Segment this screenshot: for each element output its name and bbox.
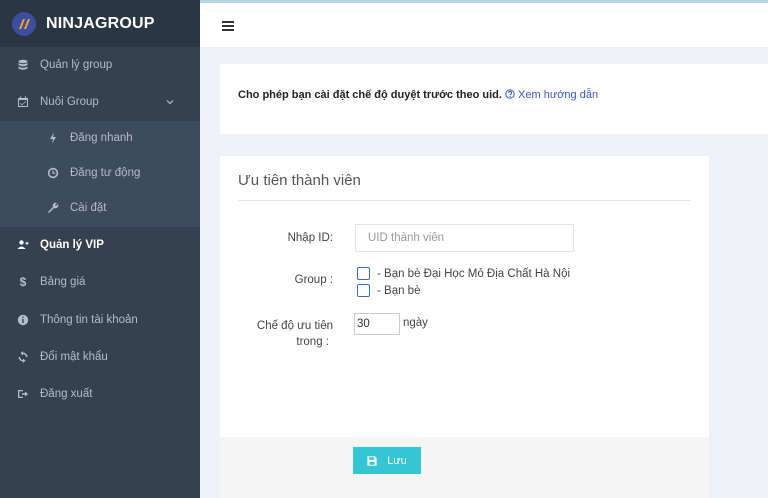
uid-input[interactable]: [355, 224, 574, 252]
sidebar-item-quan-ly-vip[interactable]: Quản lý VIP: [0, 231, 200, 259]
info-text: Cho phép bạn cài đặt chế độ duyệt trước …: [238, 89, 598, 101]
sidebar-item-label: Nuôi Group: [40, 96, 99, 108]
sidebar-item-bang-gia[interactable]: $ Bảng giá: [0, 268, 200, 296]
group-option-1[interactable]: - Bạn bè Đại Học Mỏ Địa Chất Hà Nội: [357, 267, 570, 280]
sidebar-item-label: Bảng giá: [40, 276, 86, 288]
info-panel: Cho phép bạn cài đặt chế độ duyệt trước …: [220, 64, 768, 134]
priority-label: Chế độ ưu tiên trong :: [240, 320, 333, 348]
info-icon: [16, 313, 30, 327]
days-unit: ngày: [403, 317, 428, 329]
sidebar-item-label: Thông tin tài khoản: [40, 314, 138, 326]
sidebar-item-label: Đổi mật khẩu: [40, 351, 108, 363]
chevron-down-icon: [166, 100, 174, 105]
bolt-icon: [46, 131, 60, 145]
save-button[interactable]: Lưu: [353, 447, 421, 474]
ninja-logo-icon: [12, 11, 36, 36]
wrench-icon: [46, 201, 60, 215]
dollar-icon: $: [19, 275, 27, 289]
guide-link[interactable]: Xem hướng dẫn: [505, 89, 598, 101]
save-button-label: Lưu: [387, 454, 407, 467]
priority-days-input[interactable]: [354, 313, 400, 335]
info-description: Cho phép bạn cài đặt chế độ duyệt trước …: [238, 89, 502, 101]
refresh-icon: [16, 350, 30, 364]
sidebar-item-quan-ly-group[interactable]: Quản lý group: [0, 51, 200, 79]
sidebar-item-label: Đăng nhanh: [70, 132, 133, 144]
form-actions: Lưu: [220, 437, 709, 498]
database-icon: [16, 58, 30, 72]
guide-link-label: Xem hướng dẫn: [518, 89, 599, 101]
top-bar: [200, 0, 768, 47]
brand-name: NINJAGROUP: [46, 14, 155, 32]
sidebar-item-label: Quản lý VIP: [40, 239, 104, 251]
checkbox[interactable]: [357, 267, 370, 280]
sidebar-item-doi-mat-khau[interactable]: Đổi mật khẩu: [0, 343, 200, 371]
group-option-2[interactable]: - Bạn bè: [357, 284, 420, 297]
sidebar: NINJAGROUP Quản lý group Nuôi Group Đăng…: [0, 0, 200, 498]
sign-out-icon: [16, 387, 30, 401]
calendar-check-icon: [16, 95, 30, 109]
clock-icon: [46, 166, 60, 180]
priority-label-line-2: trong :: [296, 336, 329, 348]
priority-label-line-1: Chế độ ưu tiên: [256, 320, 333, 332]
form-title: Ưu tiên thành viên: [238, 172, 361, 189]
sidebar-item-dang-xuat[interactable]: Đăng xuất: [0, 380, 200, 408]
sidebar-item-dang-nhanh[interactable]: Đăng nhanh: [0, 124, 200, 152]
question-circle-icon: [505, 89, 515, 99]
form-divider: [238, 200, 691, 201]
group-option-label: - Bạn bè Đại Học Mỏ Địa Chất Hà Nội: [377, 267, 571, 280]
sidebar-item-dang-tu-dong[interactable]: Đăng tư động: [0, 159, 200, 187]
sidebar-item-thong-tin-tai-khoan[interactable]: Thông tin tài khoản: [0, 306, 200, 334]
checkbox[interactable]: [357, 284, 370, 297]
users-icon: [16, 238, 30, 252]
brand-header[interactable]: NINJAGROUP: [0, 0, 200, 47]
sidebar-item-nuoi-group[interactable]: Nuôi Group: [0, 88, 200, 116]
sidebar-item-label: Quản lý group: [40, 59, 113, 71]
sidebar-item-label: Đăng xuất: [40, 388, 93, 400]
group-option-label: - Bạn bè: [377, 284, 421, 297]
menu-toggle-icon[interactable]: [222, 21, 234, 31]
floppy-icon: [367, 455, 377, 466]
uid-label: Nhập ID:: [287, 232, 333, 244]
sidebar-item-label: Cài đặt: [70, 202, 107, 214]
sidebar-item-label: Đăng tư động: [70, 167, 141, 179]
sidebar-item-cai-dat[interactable]: Cài đặt: [0, 194, 200, 222]
group-label: Group :: [294, 274, 333, 286]
priority-member-form: Ưu tiên thành viên Nhập ID: Group : - Bạ…: [220, 156, 709, 474]
